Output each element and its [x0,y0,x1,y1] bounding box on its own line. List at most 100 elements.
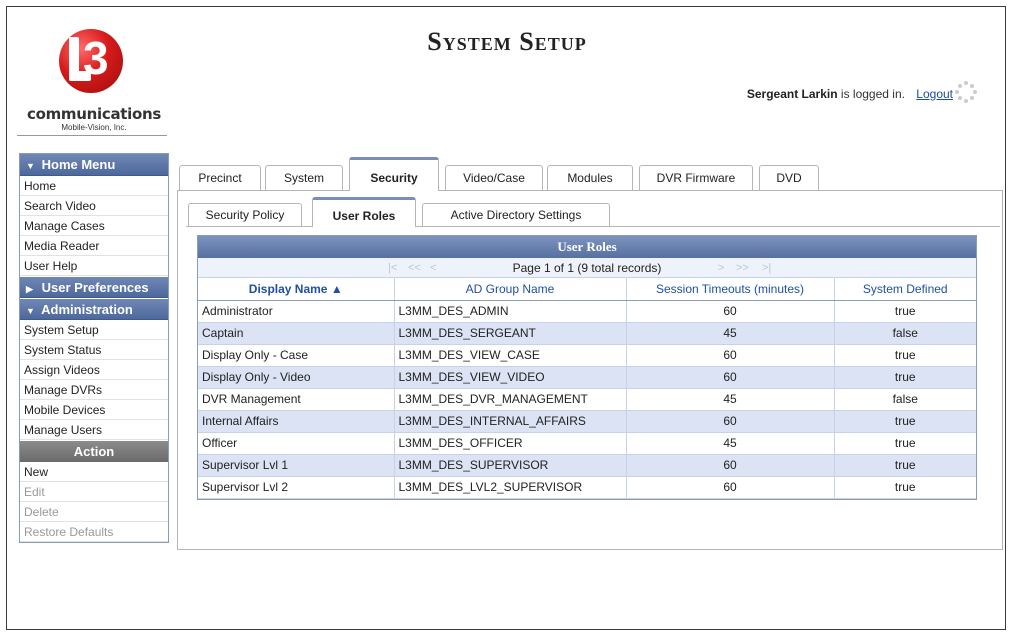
sidebar-item-mobile-devices[interactable]: Mobile Devices [20,400,168,420]
triangle-down-icon: ▼ [26,306,35,316]
app-window: 3 communications Mobile-Vision, Inc. Sys… [6,6,1006,630]
last-page-icon[interactable]: >| [762,258,771,278]
sidebar-item-manage-cases[interactable]: Manage Cases [20,216,168,236]
col-ad-group-name[interactable]: AD Group Name [394,278,627,301]
col-display-name[interactable]: Display Name ▲ [198,278,395,301]
user-roles-grid: User Roles |< << < Page 1 of 1 (9 total … [197,235,977,500]
administration-header[interactable]: ▼ Administration [20,298,168,320]
table-row[interactable]: Display Only - Case L3MM_DES_VIEW_CASE 60 t… [198,344,976,367]
subtab-security-policy[interactable]: Security Policy [188,203,302,227]
pager: |< << < Page 1 of 1 (9 total records) > … [198,258,976,278]
cell-ad-group-name: L3MM_DES_VIEW_CASE [394,344,627,367]
logo-subtitle: Mobile-Vision, Inc. [61,123,127,132]
tab-system[interactable]: System [265,165,343,191]
triangle-down-icon: ▼ [26,161,35,171]
next-page-icon[interactable]: > [718,258,724,278]
user-name: Sergeant Larkin [746,87,838,101]
cell-session-timeout: 60 [626,366,835,389]
loading-spinner-icon [955,81,977,103]
sidebar-item-media-reader[interactable]: Media Reader [20,236,168,256]
logo-name: communications [27,105,161,123]
cell-ad-group-name: L3MM_DES_ADMIN [394,300,627,323]
cell-session-timeout: 45 [626,388,835,411]
action-new[interactable]: New [20,462,168,482]
sidebar-item-system-status[interactable]: System Status [20,340,168,360]
table-row[interactable]: Display Only - Video L3MM_DES_VIEW_VIDEO 6… [198,366,976,389]
cell-session-timeout: 60 [626,410,835,433]
cell-ad-group-name: L3MM_DES_VIEW_VIDEO [394,366,627,389]
cell-display-name: Display Only - Video [198,366,395,389]
cell-system-defined: false [834,322,976,345]
col-session-timeouts[interactable]: Session Timeouts (minutes) [626,278,835,301]
next-next-page-icon[interactable]: >> [736,258,749,278]
prev-page-icon[interactable]: < [430,258,436,278]
home-menu-header[interactable]: ▼ Home Menu [20,154,168,176]
sidebar-item-system-setup[interactable]: System Setup [20,320,168,340]
cell-system-defined: false [834,388,976,411]
logo-divider [17,135,167,136]
sidebar-item-search-video[interactable]: Search Video [20,196,168,216]
cell-display-name: Supervisor Lvl 2 [198,476,395,499]
action-delete: Delete [20,502,168,522]
tab-modules[interactable]: Modules [547,165,633,191]
table-row[interactable]: Administrator L3MM_DES_ADMIN 60 true [198,300,976,323]
cell-system-defined: true [834,432,976,455]
tab-dvd[interactable]: DVD [759,165,819,191]
table-row[interactable]: Captain L3MM_DES_SERGEANT 45 false [198,322,976,345]
col-system-defined[interactable]: System Defined [834,278,976,301]
cell-display-name: Captain [198,322,395,345]
cell-ad-group-name: L3MM_DES_OFFICER [394,432,627,455]
tab-security[interactable]: Security [349,157,439,191]
action-edit: Edit [20,482,168,502]
sidebar-item-user-help[interactable]: User Help [20,256,168,276]
cell-display-name: Officer [198,432,395,455]
sidebar-item-home[interactable]: Home [20,176,168,196]
main-content: Precinct System Security Video/Case Modu… [175,157,1005,550]
logout-link[interactable]: Logout [916,87,953,101]
cell-ad-group-name: L3MM_DES_SUPERVISOR [394,454,627,477]
cell-ad-group-name: L3MM_DES_SERGEANT [394,322,627,345]
cell-ad-group-name: L3MM_DES_DVR_MANAGEMENT [394,388,627,411]
tab-precinct[interactable]: Precinct [179,165,261,191]
cell-display-name: Display Only - Case [198,344,395,367]
cell-display-name: Administrator [198,300,395,323]
subtab-active-directory-settings[interactable]: Active Directory Settings [422,203,610,227]
cell-session-timeout: 60 [626,454,835,477]
cell-session-timeout: 60 [626,300,835,323]
action-header: Action [20,440,168,462]
cell-display-name: DVR Management [198,388,395,411]
sidebar: ▼ Home Menu Home Search Video Manage Cas… [19,153,169,543]
cell-system-defined: true [834,410,976,433]
cell-session-timeout: 60 [626,476,835,499]
table-body: Administrator L3MM_DES_ADMIN 60 true Captain… [198,300,976,499]
login-status: Sergeant Larkin is logged in. Logout [747,87,953,101]
triangle-right-icon: ▶ [26,284,33,294]
table-row[interactable]: Internal Affairs L3MM_DES_INTERNAL_AFFAIR… [198,410,976,433]
table-row[interactable]: Supervisor Lvl 2 L3MM_DES_LVL2_SUPERVISOR… [198,476,976,499]
user-preferences-header[interactable]: ▶ User Preferences [20,276,168,298]
prev-prev-page-icon[interactable]: << [408,258,421,278]
action-restore-defaults: Restore Defaults [20,522,168,542]
table-row[interactable]: DVR Management L3MM_DES_DVR_MANAGEMENT 45 f… [198,388,976,411]
cell-system-defined: true [834,344,976,367]
first-page-icon[interactable]: |< [388,258,397,278]
subtab-user-roles[interactable]: User Roles [312,197,416,227]
cell-session-timeout: 60 [626,344,835,367]
cell-session-timeout: 45 [626,432,835,455]
cell-ad-group-name: L3MM_DES_INTERNAL_AFFAIRS [394,410,627,433]
sidebar-item-manage-users[interactable]: Manage Users [20,420,168,440]
table-row[interactable]: Supervisor Lvl 1 L3MM_DES_SUPERVISOR 60 tru… [198,454,976,477]
cell-session-timeout: 45 [626,322,835,345]
cell-ad-group-name: L3MM_DES_LVL2_SUPERVISOR [394,476,627,499]
tab-dvr-firmware[interactable]: DVR Firmware [639,165,753,191]
security-panel: Security Policy User Roles Active Direct… [177,190,1003,550]
table-row[interactable]: Officer L3MM_DES_OFFICER 45 true [198,432,976,455]
sidebar-item-assign-videos[interactable]: Assign Videos [20,360,168,380]
sidebar-item-manage-dvrs[interactable]: Manage DVRs [20,380,168,400]
cell-system-defined: true [834,476,976,499]
pager-status: Page 1 of 1 (9 total records) [512,261,662,275]
login-suffix: is logged in. [840,87,905,101]
tab-video-case[interactable]: Video/Case [445,165,543,191]
user-roles-table: Display Name ▲ AD Group Name Session Tim… [198,278,976,499]
page-title: System Setup [427,27,587,56]
